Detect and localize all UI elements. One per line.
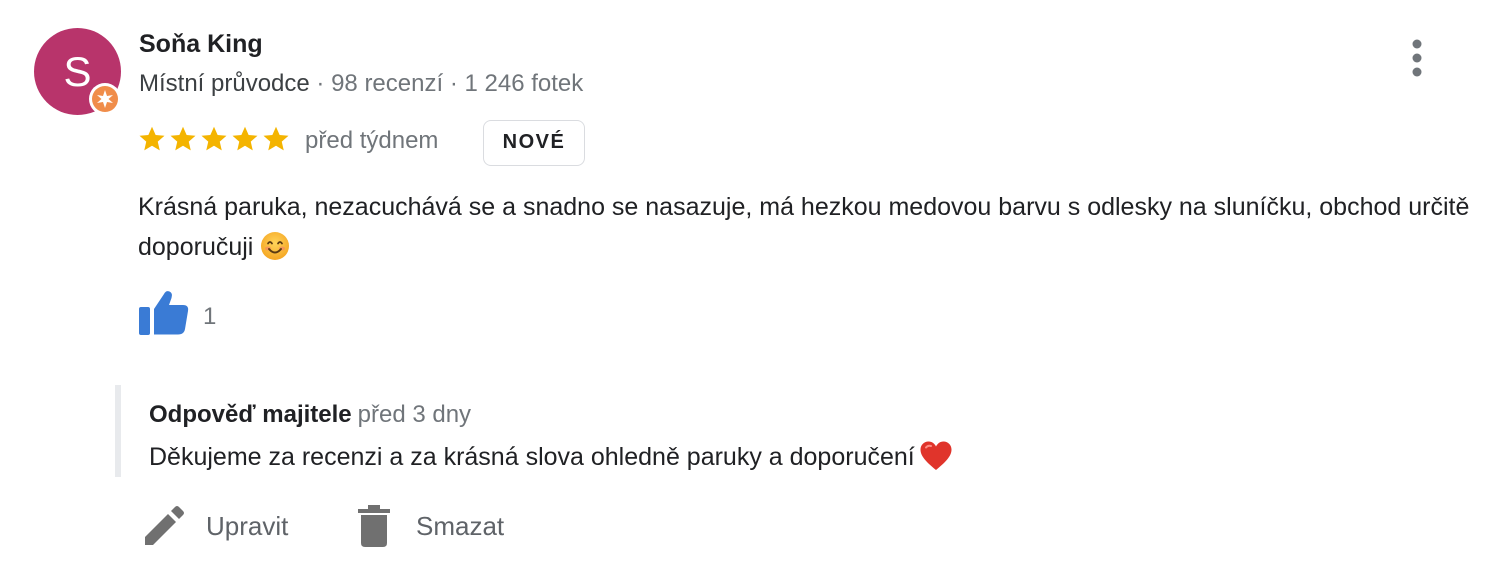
edit-button[interactable]: Upravit (142, 501, 288, 551)
author-photo-count: 1 246 fotek (464, 70, 584, 97)
author-meta: Místní průvodce · 98 recenzí · 1 246 fot… (139, 70, 583, 98)
star-icon (232, 126, 258, 151)
new-badge: NOVÉ (483, 120, 585, 166)
meta-separator: · (443, 70, 465, 97)
star-icon (263, 126, 289, 151)
star-rating (137, 124, 291, 158)
star-icon (170, 126, 196, 151)
meta-separator: · (309, 70, 332, 97)
review-time: před týdnem (305, 127, 439, 154)
local-guide-badge-icon (89, 83, 121, 115)
owner-reply-body: Děkujeme za recenzi a za krásná slova oh… (149, 443, 915, 471)
owner-reply-header: Odpověď majitele před 3 dny (149, 401, 471, 429)
like-count: 1 (203, 303, 217, 330)
pencil-icon (145, 506, 184, 545)
owner-reply-title: Odpověď majitele (149, 401, 352, 428)
author-review-count: 98 recenzí (331, 70, 444, 97)
three-dots-vertical-icon[interactable] (1400, 36, 1434, 80)
owner-reply-text: Děkujeme za recenzi a za krásná slova oh… (149, 440, 953, 472)
thumbs-up-icon[interactable] (136, 286, 192, 338)
star-icon (201, 126, 227, 151)
delete-button[interactable]: Smazat (356, 501, 504, 551)
red-heart-emoji (920, 441, 952, 470)
trash-icon (358, 505, 390, 547)
avatar[interactable]: S (34, 28, 121, 115)
review-text-body: Krásná paruka, nezacuchává se a snadno s… (138, 193, 1470, 261)
author-name[interactable]: Soňa King (139, 30, 263, 59)
author-role: Místní průvodce (139, 70, 310, 97)
review-text: Krásná paruka, nezacuchává se a snadno s… (138, 187, 1498, 267)
star-icon (139, 126, 165, 151)
smiling-face-emoji (261, 232, 290, 260)
edit-label: Upravit (206, 510, 289, 541)
reply-divider (115, 385, 121, 477)
owner-reply-time: před 3 dny (357, 401, 472, 428)
delete-label: Smazat (416, 510, 505, 541)
